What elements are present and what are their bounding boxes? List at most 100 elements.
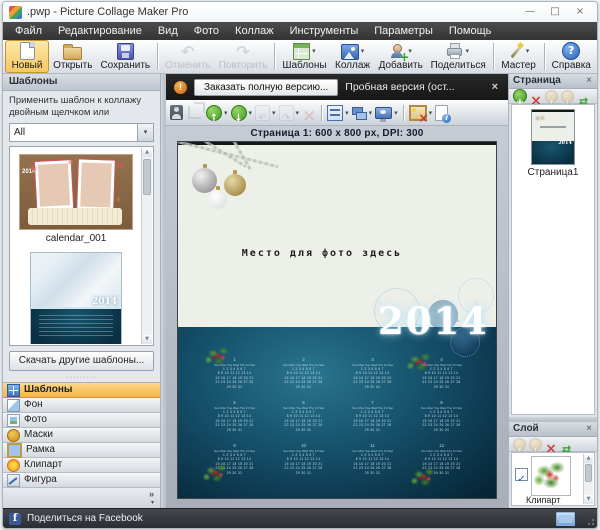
menu-item-7[interactable]: Параметры xyxy=(366,22,441,40)
layer-down-icon[interactable] xyxy=(529,438,542,451)
holly-clipart[interactable] xyxy=(202,462,232,486)
scroll-down-icon[interactable]: ▼ xyxy=(142,335,152,344)
scrollbar-thumb[interactable] xyxy=(585,464,592,482)
category-shape[interactable]: Фигура xyxy=(3,473,160,488)
crop-icon[interactable] xyxy=(188,106,201,119)
holly-clipart[interactable] xyxy=(410,466,440,490)
undo-button[interactable]: Отменить xyxy=(161,40,215,73)
minimize-button[interactable]: — xyxy=(519,4,541,20)
rotate-right-icon[interactable] xyxy=(279,105,294,121)
dropdown-arrow-icon[interactable]: ▾ xyxy=(526,47,530,55)
delete-icon[interactable] xyxy=(302,106,316,120)
scrollbar-thumb[interactable] xyxy=(143,159,151,195)
templates-button[interactable]: ▾Шаблоны xyxy=(278,40,330,73)
page-thumbnail[interactable]: 2014 xyxy=(531,109,575,165)
page-up-icon[interactable] xyxy=(545,90,558,103)
category-background[interactable]: Фон xyxy=(3,398,160,413)
share-facebook-link[interactable]: Поделиться на Facebook xyxy=(27,513,556,524)
facebook-icon[interactable]: f xyxy=(9,513,21,525)
category-overflow[interactable]: » ▾ xyxy=(3,488,160,508)
menu-item-5[interactable]: Коллаж xyxy=(227,22,282,40)
order-icon[interactable] xyxy=(352,106,367,120)
delete-layer-icon[interactable] xyxy=(545,438,557,450)
new-button[interactable]: Новый xyxy=(5,40,49,73)
layer-up-icon[interactable] xyxy=(513,438,526,451)
layer-item[interactable] xyxy=(512,453,594,496)
category-masks[interactable]: Маски xyxy=(3,428,160,443)
page-panel-close-icon[interactable]: × xyxy=(585,75,593,87)
bring-forward-icon[interactable] xyxy=(206,105,222,121)
dropdown-arrow-icon[interactable]: ▾ xyxy=(224,109,228,117)
align-icon[interactable] xyxy=(327,105,343,121)
resize-grip[interactable] xyxy=(585,516,595,526)
preview-icon[interactable] xyxy=(375,107,392,119)
layer-panel-close-icon[interactable]: × xyxy=(585,423,593,435)
preview-monitor-icon[interactable] xyxy=(556,512,575,526)
layer-thumbnail[interactable] xyxy=(531,456,571,496)
remove-clipart-icon[interactable] xyxy=(409,105,427,121)
dropdown-arrow-icon[interactable]: ▾ xyxy=(312,47,316,55)
dropdown-arrow-icon[interactable]: ▾ xyxy=(345,109,349,117)
template-filter-dropdown[interactable]: All ▾ xyxy=(9,123,154,142)
panel-splitter-dots[interactable]: ········· xyxy=(3,374,160,382)
template-thumbnail[interactable]: 2014 xyxy=(19,154,133,230)
dropdown-arrow-icon[interactable]: ▾ xyxy=(361,47,365,55)
menu-item-3[interactable]: Вид xyxy=(150,22,186,40)
menu-item-4[interactable]: Фото xyxy=(186,22,227,40)
overflow-arrow-icon[interactable]: ▾ xyxy=(151,499,154,506)
maximize-button[interactable]: □ xyxy=(544,4,566,20)
banner-close-icon[interactable]: × xyxy=(490,81,500,93)
scroll-down-icon[interactable]: ▼ xyxy=(584,495,593,504)
layer-visibility-checkbox[interactable] xyxy=(515,468,528,481)
add-button[interactable]: ▾Добавить xyxy=(375,40,427,73)
layer-list-scrollbar[interactable]: ▲ ▼ xyxy=(583,454,593,504)
template-item-2[interactable]: 2014 xyxy=(11,246,141,344)
dropdown-arrow-icon[interactable]: ▾ xyxy=(249,109,253,117)
collage-button[interactable]: ▾Коллаж xyxy=(331,40,375,73)
template-item-calendar-001[interactable]: 2014 calendar_001 xyxy=(11,148,141,246)
category-photo[interactable]: Фото xyxy=(3,413,160,428)
app-window: .pwp - Picture Collage Maker Pro — □ × Ф… xyxy=(2,1,598,529)
order-full-version-button[interactable]: Заказать полную версию... xyxy=(194,79,338,96)
category-clipart[interactable]: Клипарт xyxy=(3,458,160,473)
holly-clipart[interactable] xyxy=(204,345,234,369)
swap-pages-icon[interactable] xyxy=(577,90,590,102)
photo-placeholder-text[interactable]: Место для фото здесь xyxy=(178,248,466,259)
chevron-down-icon[interactable]: ▾ xyxy=(137,124,153,141)
dropdown-arrow-icon[interactable]: ▾ xyxy=(369,109,373,117)
redo-button[interactable]: Повторить xyxy=(215,40,272,73)
photo-select-icon[interactable] xyxy=(170,105,183,120)
save-button[interactable]: Сохранить xyxy=(97,40,155,73)
category-frame[interactable]: Рамка xyxy=(3,443,160,458)
dropdown-arrow-icon[interactable]: ▾ xyxy=(429,109,433,117)
properties-icon[interactable] xyxy=(435,105,448,121)
send-backward-icon[interactable] xyxy=(231,105,247,121)
dropdown-arrow-icon[interactable]: ▾ xyxy=(272,109,276,117)
template-thumbnail[interactable]: 2014 xyxy=(30,252,122,344)
category-templates[interactable]: Шаблоны xyxy=(3,383,160,398)
download-templates-button[interactable]: Скачать другие шаблоны... xyxy=(9,351,154,371)
wizard-button[interactable]: ▾Мастер xyxy=(497,40,541,73)
menu-item-1[interactable]: Файл xyxy=(7,22,50,40)
collage-page[interactable]: Место для фото здесь 2014 1Sun Mon Tue W… xyxy=(177,141,497,499)
share-button[interactable]: ▾Поделиться xyxy=(427,40,490,73)
open-button[interactable]: Открыть xyxy=(49,40,97,73)
delete-page-icon[interactable] xyxy=(530,90,542,102)
overflow-chevron-icon[interactable]: » xyxy=(149,490,154,499)
dropdown-arrow-icon[interactable]: ▾ xyxy=(296,109,300,117)
template-list-scrollbar[interactable]: ▲ ▼ xyxy=(141,148,152,344)
add-page-icon[interactable] xyxy=(513,89,527,103)
page-down-icon[interactable] xyxy=(561,90,574,103)
swap-layers-icon[interactable] xyxy=(560,438,573,450)
help-button[interactable]: Справка xyxy=(548,40,596,73)
menu-item-6[interactable]: Инструменты xyxy=(282,22,367,40)
holly-clipart[interactable] xyxy=(406,351,436,375)
rotate-left-icon[interactable] xyxy=(255,105,270,121)
dropdown-arrow-icon[interactable]: ▾ xyxy=(394,109,398,117)
scroll-up-icon[interactable]: ▲ xyxy=(584,454,593,463)
menu-item-8[interactable]: Помощь xyxy=(441,22,500,40)
menu-item-2[interactable]: Редактирование xyxy=(50,22,150,40)
close-button[interactable]: × xyxy=(569,4,591,20)
dropdown-arrow-icon[interactable]: ▾ xyxy=(465,47,469,55)
scroll-up-icon[interactable]: ▲ xyxy=(142,148,152,157)
